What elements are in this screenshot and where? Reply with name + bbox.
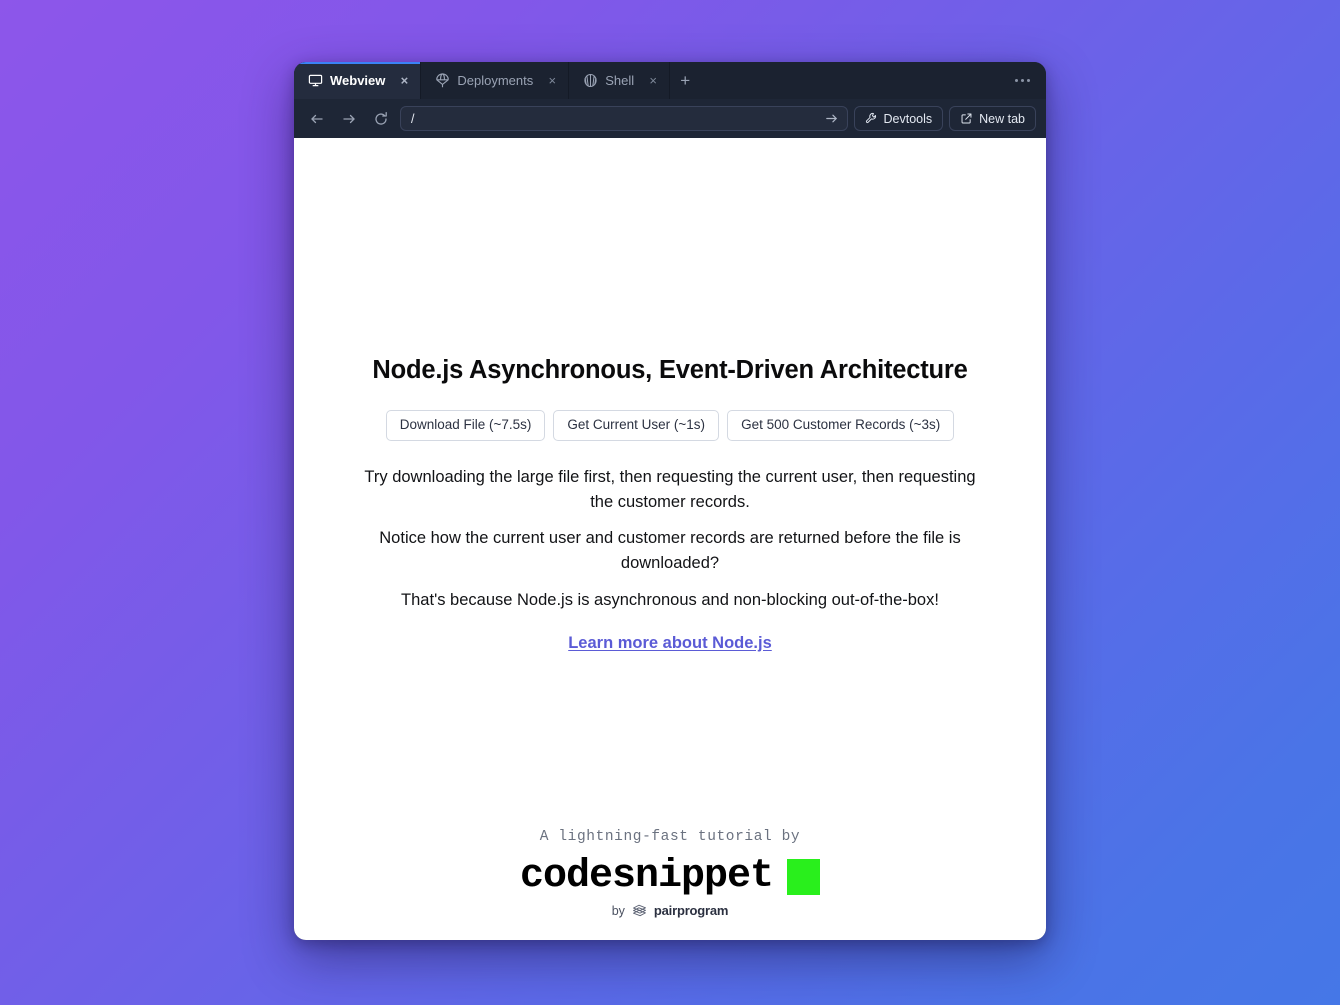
brand-name: codesnippet: [519, 854, 774, 899]
menu-dot-icon: [1021, 79, 1024, 82]
brand-row: codesnippet: [294, 857, 1046, 897]
learn-more-link[interactable]: Learn more about Node.js: [568, 634, 772, 653]
menu-dot-icon: [1015, 79, 1018, 82]
page-title: Node.js Asynchronous, Event-Driven Archi…: [372, 356, 968, 384]
observation-paragraph: Notice how the current user and customer…: [379, 529, 961, 573]
webview-content: Node.js Asynchronous, Event-Driven Archi…: [294, 138, 1046, 940]
tab-close-button[interactable]: ×: [646, 74, 660, 87]
parachute-icon: [435, 73, 450, 88]
instruction-paragraph: Try downloading the large file first, th…: [364, 467, 976, 511]
url-input[interactable]: [411, 107, 821, 130]
new-tab-button[interactable]: New tab: [949, 106, 1036, 131]
tab-label: Deployments: [457, 73, 534, 88]
forward-button[interactable]: [336, 106, 362, 132]
browser-toolbar: Devtools New tab: [294, 99, 1046, 138]
menu-dot-icon: [1027, 79, 1030, 82]
devtools-label: Devtools: [883, 111, 933, 126]
tab-webview[interactable]: Webview ×: [294, 62, 422, 99]
devtools-button[interactable]: Devtools: [853, 106, 944, 131]
tab-shell[interactable]: Shell ×: [569, 62, 671, 99]
shell-icon: [583, 73, 598, 88]
new-tab-plus-button[interactable]: +: [670, 62, 700, 99]
tab-close-button[interactable]: ×: [397, 74, 411, 87]
action-button-group: Download File (~7.5s) Get Current User (…: [324, 410, 1016, 441]
back-button[interactable]: [304, 106, 330, 132]
url-bar[interactable]: [400, 106, 848, 131]
byline-prefix: by: [611, 903, 625, 918]
get-current-user-button[interactable]: Get Current User (~1s): [553, 410, 720, 441]
byline-row: by pairprogram: [294, 903, 1046, 918]
window-menu-button[interactable]: [999, 62, 1046, 99]
wrench-icon: [865, 112, 878, 125]
browser-window: Webview × Deployments × Shell × + / Devt…: [294, 62, 1046, 940]
get-customer-records-button[interactable]: Get 500 Customer Records (~3s): [727, 410, 955, 441]
byline-brand: pairprogram: [653, 903, 729, 918]
new-tab-label: New tab: [979, 111, 1025, 126]
brand-square-icon: [787, 859, 821, 895]
url-go-button[interactable]: [821, 108, 843, 129]
explanation-paragraph: That's because Node.js is asynchronous a…: [401, 590, 939, 609]
tab-label: Webview: [330, 73, 386, 88]
page-main: Node.js Asynchronous, Event-Driven Archi…: [294, 356, 1046, 653]
tab-strip: Webview × Deployments × Shell × +: [294, 62, 1046, 99]
tab-label: Shell: [605, 73, 635, 88]
tab-close-button[interactable]: ×: [545, 74, 559, 87]
page-footer: A lightning-fast tutorial by codesnippet…: [294, 829, 1046, 918]
tab-deployments[interactable]: Deployments ×: [421, 62, 570, 99]
monitor-icon: [308, 73, 323, 88]
download-file-button[interactable]: Download File (~7.5s): [385, 410, 546, 441]
pairprogram-logo-icon: [631, 904, 648, 917]
footer-tagline: A lightning-fast tutorial by: [539, 829, 801, 845]
reload-button[interactable]: [368, 106, 394, 132]
external-link-icon: [960, 112, 973, 125]
